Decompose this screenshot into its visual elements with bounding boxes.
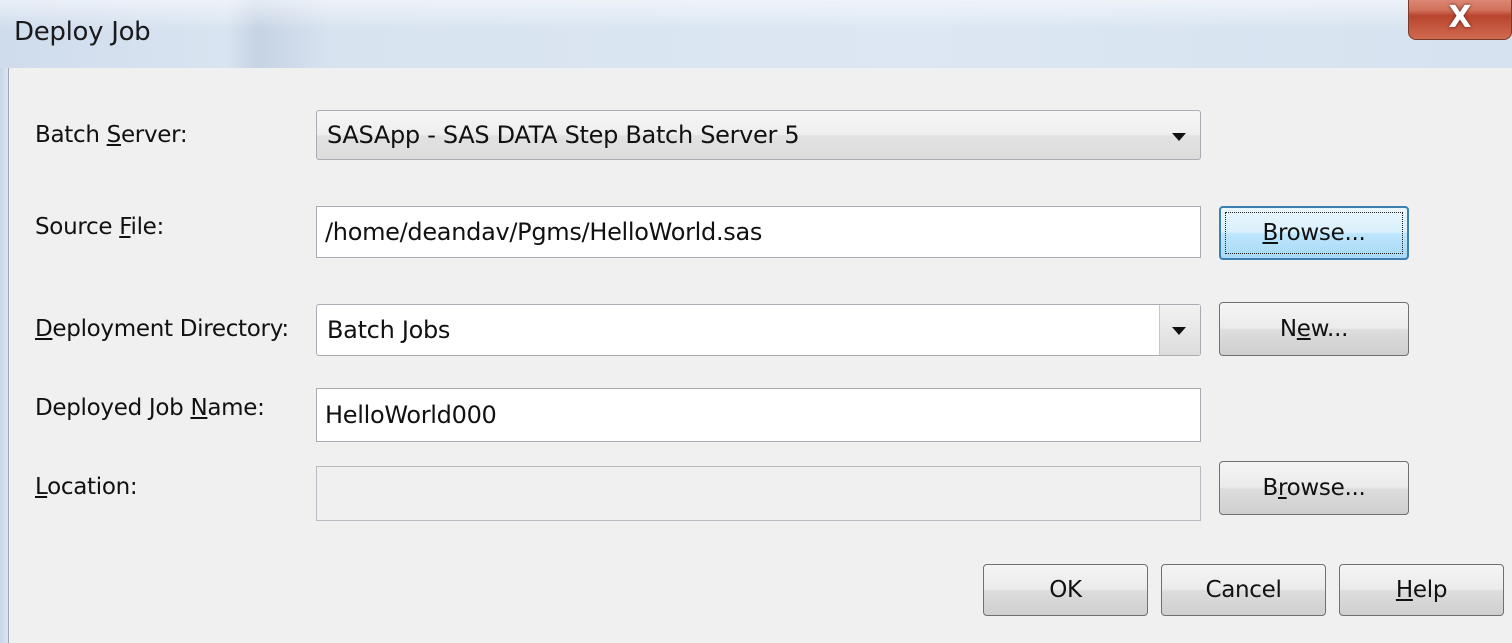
batch-server-value: SASApp - SAS DATA Step Batch Server 5 — [327, 121, 800, 149]
title-bar-sheen — [0, 0, 1512, 30]
ok-button[interactable]: OK — [983, 564, 1148, 616]
deployed-job-name-label-mnemonic: N — [190, 395, 208, 421]
deployed-job-name-label-pre: Deployed Job — [35, 395, 191, 421]
location-browse-label: Browse... — [1263, 475, 1366, 501]
new-directory-pre: N — [1279, 316, 1297, 342]
batch-server-label-post: erver: — [120, 122, 188, 148]
source-file-browse-button[interactable]: Browse... — [1219, 206, 1409, 260]
source-file-label-pre: Source — [35, 214, 120, 240]
window-frame-left — [0, 68, 8, 643]
window-title: Deploy Job — [14, 17, 151, 47]
batch-server-select[interactable]: SASApp - SAS DATA Step Batch Server 5 — [316, 110, 1201, 160]
deployed-job-name-label-post: ame: — [207, 395, 265, 421]
batch-server-label-mnemonic: S — [106, 122, 122, 148]
source-file-label-post: ile: — [130, 214, 164, 240]
location-browse-mnemonic: r — [1277, 475, 1287, 501]
deployed-job-name-value: HelloWorld000 — [325, 401, 497, 429]
new-directory-label: New... — [1279, 316, 1349, 342]
title-bar: Deploy Job X — [0, 0, 1512, 68]
new-directory-mnemonic: e — [1296, 316, 1311, 342]
help-button[interactable]: Help — [1339, 564, 1504, 616]
batch-server-label: Batch Server: — [35, 122, 188, 148]
cancel-button[interactable]: Cancel — [1161, 564, 1326, 616]
focus-indicator — [1225, 212, 1403, 254]
source-file-label: Source File: — [35, 214, 164, 240]
location-label-post: ocation: — [47, 474, 138, 500]
deployment-directory-value: Batch Jobs — [327, 316, 451, 344]
deployed-job-name-input[interactable]: HelloWorld000 — [316, 388, 1201, 442]
deployed-job-name-label: Deployed Job Name: — [35, 395, 265, 421]
deployment-directory-select[interactable]: Batch Jobs — [316, 304, 1201, 356]
ok-label: OK — [1049, 577, 1082, 603]
help-post: elp — [1412, 577, 1448, 603]
location-browse-button[interactable]: Browse... — [1219, 461, 1409, 515]
location-label-mnemonic: L — [35, 474, 48, 500]
location-input — [316, 466, 1201, 521]
new-directory-button[interactable]: New... — [1219, 302, 1409, 356]
source-file-value: /home/deandav/Pgms/HelloWorld.sas — [325, 218, 763, 246]
location-browse-post: owse... — [1286, 475, 1366, 501]
deployment-directory-label: Deployment Directory: — [35, 316, 289, 342]
close-icon: X — [1448, 0, 1472, 35]
chevron-down-icon — [1172, 327, 1186, 335]
close-button[interactable]: X — [1408, 0, 1512, 40]
help-label: Help — [1395, 577, 1448, 603]
batch-server-label-pre: Batch — [35, 122, 107, 148]
deployment-directory-label-mnemonic: D — [35, 316, 53, 342]
location-label: Location: — [35, 474, 138, 500]
deployment-directory-label-post: eployment Directory: — [52, 316, 289, 342]
help-mnemonic: H — [1395, 577, 1413, 603]
source-file-input[interactable]: /home/deandav/Pgms/HelloWorld.sas — [316, 206, 1201, 258]
source-file-label-mnemonic: F — [119, 214, 131, 240]
dialog-body: Batch Server: SASApp - SAS DATA Step Bat… — [8, 68, 1512, 643]
cancel-label: Cancel — [1205, 577, 1282, 603]
location-browse-pre: B — [1262, 475, 1279, 501]
chevron-down-icon — [1172, 133, 1186, 141]
new-directory-post: w... — [1310, 316, 1349, 342]
